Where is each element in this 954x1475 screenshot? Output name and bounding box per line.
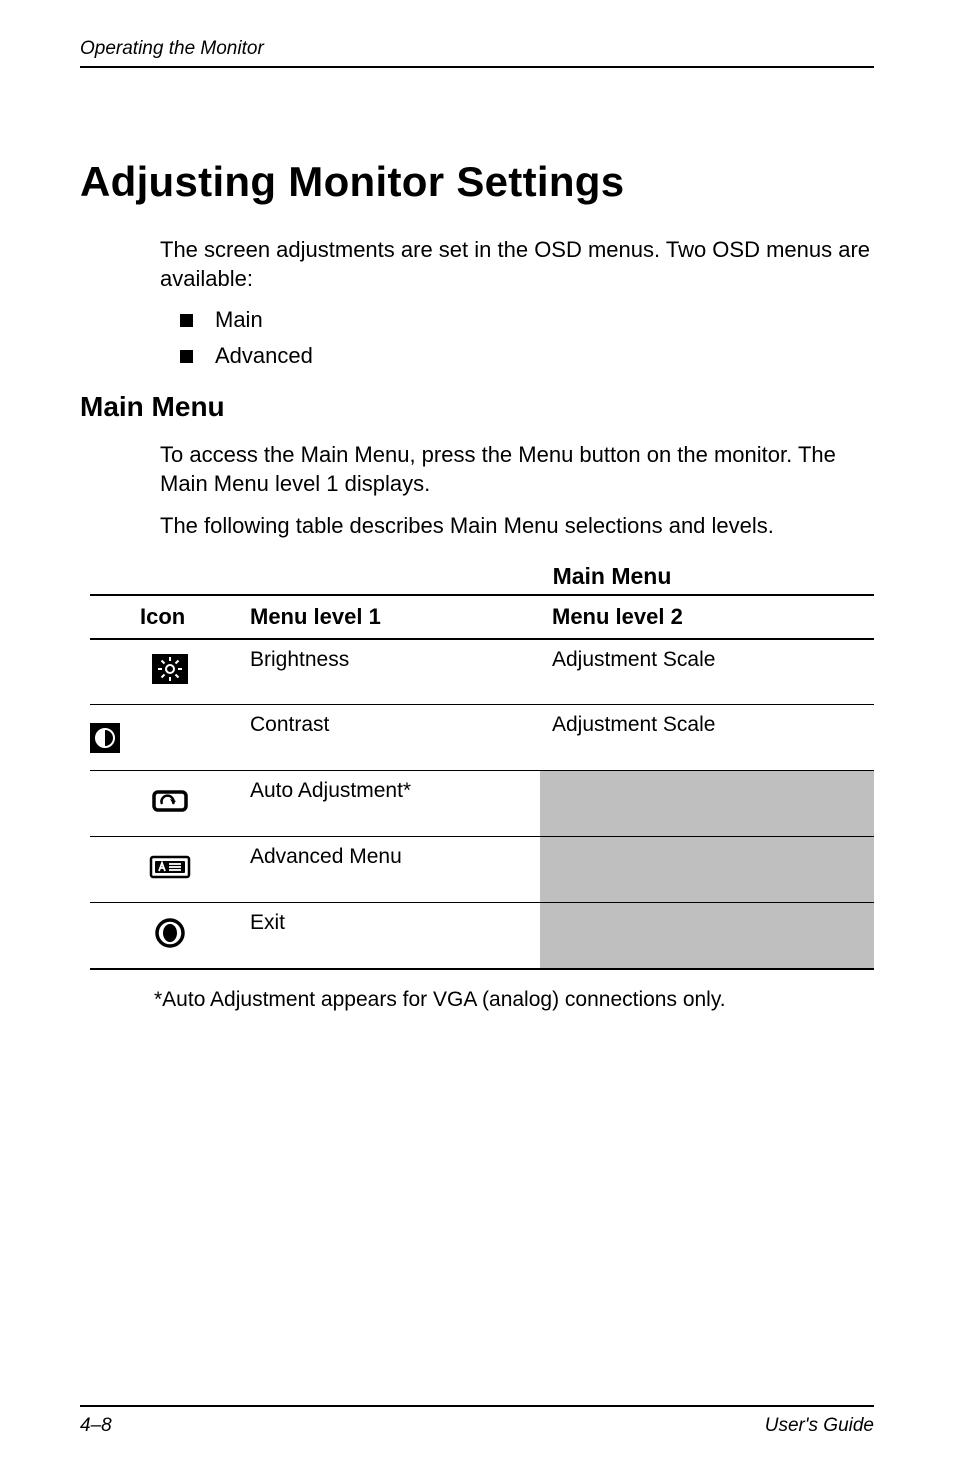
section-heading: Main Menu — [80, 391, 874, 423]
intro-paragraph: The screen adjustments are set in the OS… — [160, 236, 874, 293]
table-cell-level2: Adjustment Scale — [540, 705, 874, 771]
section-paragraph: To access the Main Menu, press the Menu … — [160, 441, 874, 498]
table-row: Contrast Adjustment Scale — [90, 705, 874, 771]
auto-adjustment-icon — [150, 787, 190, 815]
footnote: *Auto Adjustment appears for VGA (analog… — [154, 988, 874, 1012]
table-cell-level1: Advanced Menu — [250, 837, 540, 903]
table-cell-level2-empty — [540, 837, 874, 903]
table-cell-level1: Exit — [250, 903, 540, 969]
bullet-list: Main Advanced — [180, 307, 874, 369]
table-cell-level1: Contrast — [250, 705, 540, 771]
table-cell-level2: Adjustment Scale — [540, 639, 874, 705]
table-cell-level2-empty — [540, 771, 874, 837]
table-row: Brightness Adjustment Scale — [90, 639, 874, 705]
table-cell-level1: Auto Adjustment* — [250, 771, 540, 837]
bullet-item: Main — [180, 307, 874, 333]
footer-label: User's Guide — [765, 1415, 874, 1437]
table-header-level2: Menu level 2 — [540, 595, 874, 639]
exit-icon — [153, 916, 187, 950]
table-cell-level2-empty — [540, 903, 874, 969]
table-row: Auto Adjustment* — [90, 771, 874, 837]
bullet-icon — [180, 350, 193, 363]
table-header-level1: Menu level 1 — [250, 595, 540, 639]
bullet-text: Advanced — [215, 343, 313, 369]
bullet-icon — [180, 314, 193, 327]
bullet-text: Main — [215, 307, 263, 333]
page-number: 4–8 — [80, 1415, 112, 1437]
table-header-icon: Icon — [90, 595, 250, 639]
table-row: Exit — [90, 903, 874, 969]
brightness-icon — [152, 654, 188, 684]
section-paragraph: The following table describes Main Menu … — [160, 512, 874, 541]
advanced-menu-icon — [149, 853, 191, 881]
table-row: Advanced Menu — [90, 837, 874, 903]
page-footer: 4–8 User's Guide — [80, 1405, 874, 1437]
table-title: Main Menu — [90, 563, 874, 590]
main-menu-table: Icon Menu level 1 Menu level 2 — [90, 594, 874, 970]
bullet-item: Advanced — [180, 343, 874, 369]
running-header: Operating the Monitor — [80, 38, 874, 68]
page-title: Adjusting Monitor Settings — [80, 158, 874, 206]
table-cell-level1: Brightness — [250, 639, 540, 705]
contrast-icon — [90, 723, 120, 753]
